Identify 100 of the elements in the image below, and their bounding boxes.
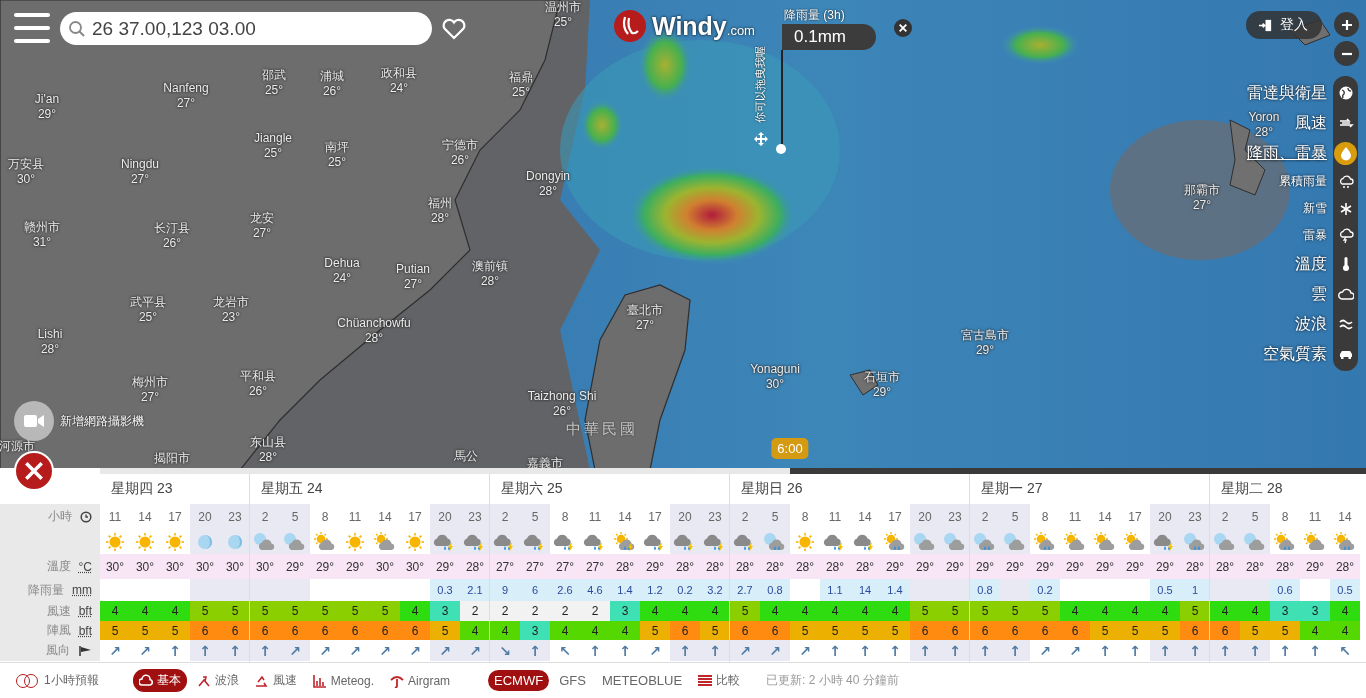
close-icon[interactable] [14, 451, 54, 491]
city-name: 政和县 [381, 66, 417, 81]
wind-direction-arrow: ↑ [1189, 643, 1201, 658]
row-label: 溫度 [46, 558, 71, 575]
temperature-value: 28° [610, 554, 640, 579]
layer-link[interactable]: 累積雨量 [1247, 168, 1327, 195]
temperature-value: 28° [460, 554, 490, 579]
clock-icon[interactable] [80, 510, 92, 523]
hour-value: 14 [138, 509, 152, 524]
wind-direction-arrow: ↑ [229, 643, 241, 658]
heart-icon[interactable] [441, 17, 467, 41]
temperature-value: 27° [550, 554, 580, 579]
login-button[interactable]: 登入 [1246, 11, 1322, 39]
wind-value: 4 [100, 601, 130, 621]
wind-direction-arrow: ↑ [919, 643, 931, 658]
toggle-label[interactable]: 1小時預報 [44, 672, 99, 689]
update-status: 已更新: 2 小時 40 分鐘前 [766, 672, 899, 689]
layer-link[interactable]: 雲 [1247, 279, 1327, 309]
view-tab[interactable]: 基本 [132, 669, 187, 692]
model-tab[interactable]: GFS [553, 670, 592, 691]
hour-value: 11 [588, 509, 602, 524]
layer-link[interactable]: 降雨、雷暴 [1247, 138, 1327, 168]
wind-value: 5 [310, 601, 340, 621]
search-field[interactable]: 26 37.00,123 03.00 [60, 12, 432, 45]
city-temperature: 31° [32, 235, 52, 250]
compare-icon [698, 674, 713, 687]
city-temperature: 27° [140, 390, 160, 405]
temperature-value: 27° [580, 554, 610, 579]
city-name: 福州 [428, 196, 452, 211]
hour-value: 5 [531, 509, 539, 524]
wind-direction-arrow: ↑ [619, 643, 631, 658]
menu-icon[interactable] [14, 13, 50, 43]
flag-icon[interactable] [78, 644, 92, 657]
hour-value: 17 [408, 509, 422, 524]
layer-link[interactable]: 波浪 [1247, 309, 1327, 339]
hour-value: 14 [1338, 509, 1352, 524]
layer-link[interactable]: 空氣質素 [1247, 339, 1327, 369]
unit-label[interactable]: bft [78, 604, 92, 618]
wind-direction-arrow: ↖ [559, 643, 571, 658]
city-name: 龙岩市 [213, 295, 249, 310]
wind-value: 2 [550, 601, 580, 621]
hour-value: 2 [501, 509, 509, 524]
gust-value: 6 [190, 621, 220, 640]
gust-value: 6 [400, 621, 430, 640]
rain-value: 3.2 [700, 579, 730, 601]
wind-value: 5 [1180, 601, 1210, 621]
unit-label[interactable]: mm [72, 583, 92, 597]
unit-label[interactable]: °C [78, 559, 92, 574]
wind-value: 4 [640, 601, 670, 621]
city-temperature: 26° [162, 236, 182, 251]
wind-value: 5 [910, 601, 940, 621]
rain-value: 14 [850, 579, 880, 601]
rain-value: 1.4 [610, 579, 640, 601]
bar-chart-icon [312, 673, 327, 688]
wind-direction-arrow: ↑ [1219, 643, 1231, 658]
row-label: 降雨量 [28, 581, 64, 599]
wind-direction-arrow: ↗ [319, 643, 331, 658]
wind-value: 4 [880, 601, 910, 621]
hour-value: 11 [1068, 509, 1082, 524]
view-tab[interactable]: 風速 [248, 669, 303, 692]
layer-link[interactable]: 溫度 [1247, 249, 1327, 279]
model-tab[interactable]: ECMWF [488, 670, 550, 691]
city-name: 河源市 [0, 439, 35, 454]
hour-value: 5 [1251, 509, 1259, 524]
wind-direction-arrow: ↑ [679, 643, 691, 658]
wind-value: 4 [1210, 601, 1240, 621]
wind-value: 2 [580, 601, 610, 621]
wind-direction-arrow: ↗ [409, 643, 421, 658]
gust-value: 6 [970, 621, 1000, 640]
temperature-value: 28° [1330, 554, 1360, 579]
temperature-value: 29° [1000, 554, 1030, 579]
row-label: 風向 [46, 642, 70, 659]
city-temperature: 30° [16, 172, 36, 187]
view-tab[interactable]: 波浪 [190, 669, 245, 692]
view-tab[interactable]: Meteog. [306, 670, 381, 691]
gust-value: 6 [1060, 621, 1090, 640]
wind-direction-arrow: ↗ [289, 643, 301, 658]
compare-button[interactable]: 比較 [692, 669, 747, 692]
temperature-value: 28° [790, 554, 820, 579]
model-tab[interactable]: METEOBLUE [595, 670, 689, 691]
wind-value: 5 [190, 601, 220, 621]
gust-value: 5 [820, 621, 850, 640]
hour-value: 23 [948, 509, 962, 524]
layer-link[interactable]: 雷暴 [1247, 222, 1327, 249]
layer-link[interactable]: 雷達與衛星 [1247, 78, 1327, 108]
wind-direction-arrow: ↑ [169, 643, 181, 658]
temperature-value: 29° [1030, 554, 1060, 579]
webcam-label[interactable]: 新增網路攝影機 [60, 412, 144, 430]
timeline-track[interactable] [100, 468, 1366, 474]
view-tab[interactable]: Airgram [384, 670, 457, 691]
globe-icon [1337, 85, 1354, 101]
hour-value: 23 [468, 509, 482, 524]
gust-value: 5 [850, 621, 880, 640]
unit-label[interactable]: bft [78, 623, 92, 638]
gust-value: 6 [1210, 621, 1240, 640]
layer-link[interactable]: 新雪 [1247, 195, 1327, 222]
city-name: 馬公 [454, 449, 478, 464]
wind-value: 4 [670, 601, 700, 621]
day-label: 星期五 24 [261, 480, 323, 498]
wind-direction-arrow: ↗ [439, 643, 451, 658]
